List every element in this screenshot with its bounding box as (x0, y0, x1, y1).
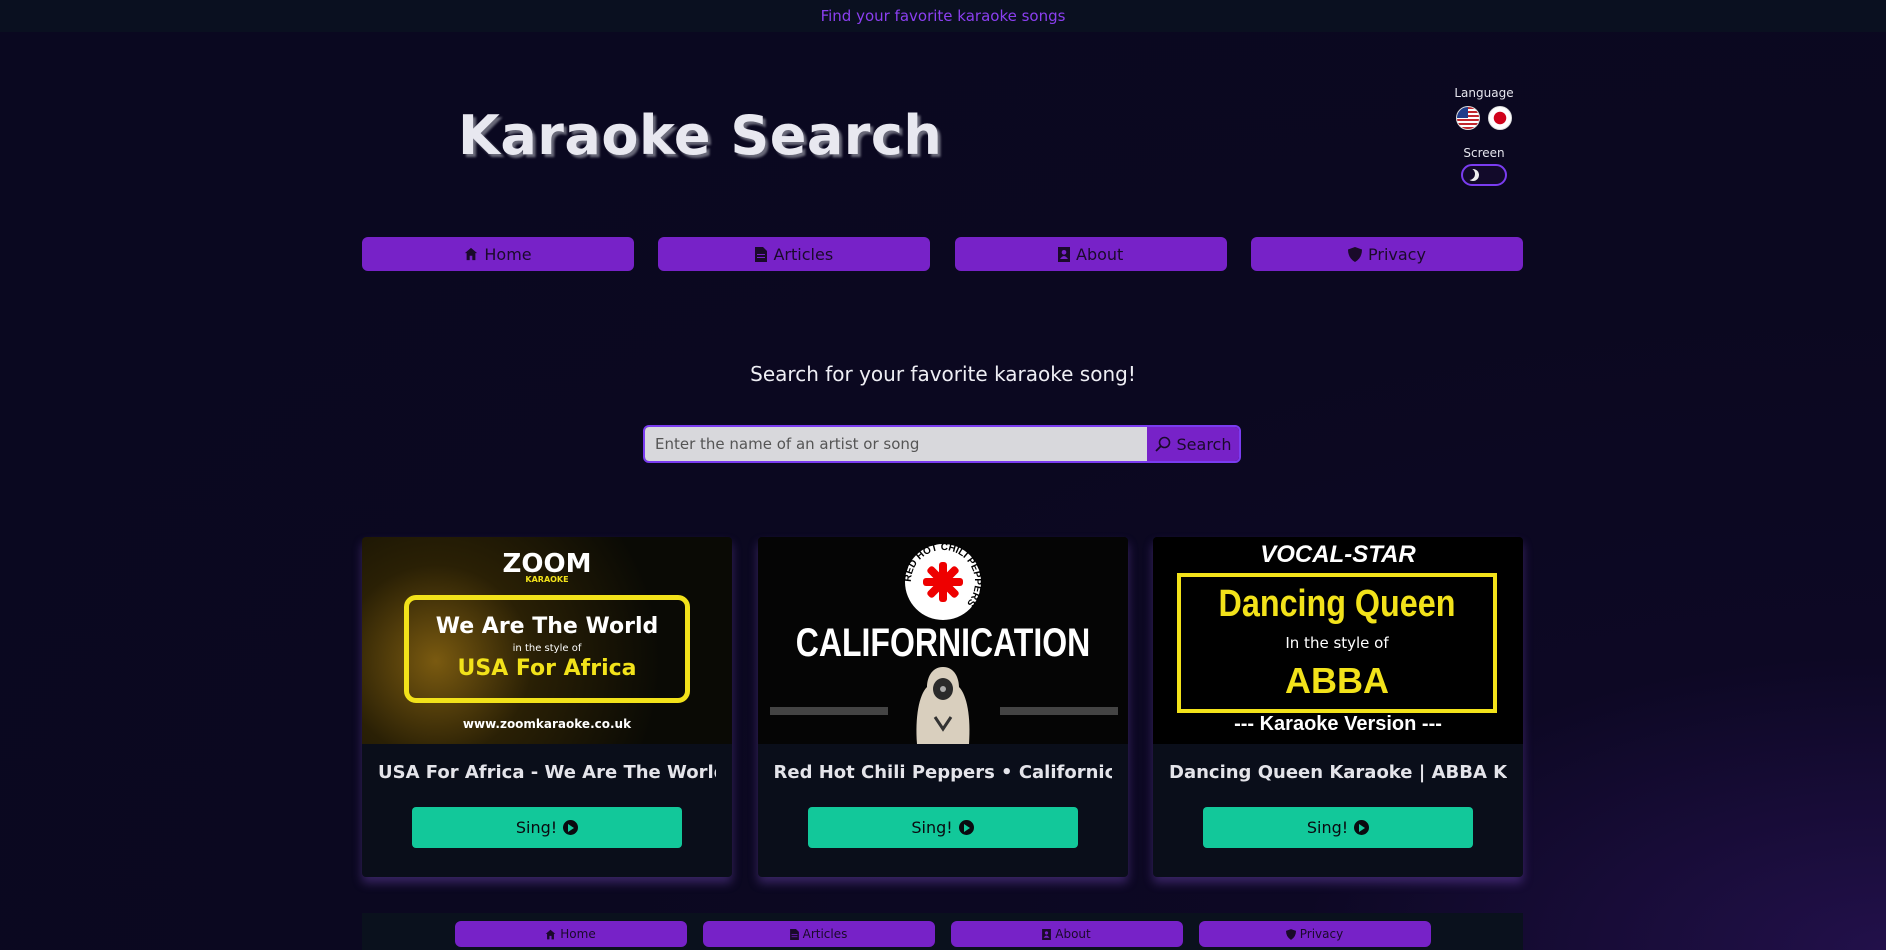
search-button[interactable]: Search (1147, 427, 1239, 461)
footer-home-label: Home (560, 927, 596, 941)
language-label: Language (1454, 86, 1514, 100)
nav-home-label: Home (484, 244, 532, 264)
zoom-karaoke-logo: ZOOM KARAOKE (362, 549, 732, 584)
footer-nav: Home Articles About Privacy (362, 913, 1523, 950)
footer-articles-button[interactable]: Articles (702, 921, 935, 947)
thumb-line3: ABBA (1285, 660, 1389, 701)
thumb-url: www.zoomkaraoke.co.uk (462, 717, 632, 731)
thumb-line4: --- Karaoke Version --- (1234, 713, 1442, 735)
shield-icon (1348, 246, 1363, 262)
video-thumbnail[interactable]: RED HOT CHILI PEPPERS CALIFORNICATION (757, 537, 1128, 744)
card-title: Dancing Queen Karaoke | ABBA Karaoke Ver… (1169, 762, 1507, 783)
nav-about-label: About (1076, 244, 1124, 264)
thumb-logo-text: VOCAL-STAR (1260, 541, 1416, 568)
search-button-label: Search (1176, 434, 1232, 454)
nav-articles-button[interactable]: Articles (658, 237, 931, 271)
search-icon (1154, 436, 1170, 452)
results-list: ZOOM KARAOKE We Are The World in the sty… (362, 537, 1523, 877)
moon-icon (1467, 169, 1479, 181)
sing-button-label: Sing! (911, 818, 953, 837)
settings-panel: Language Screen (1440, 86, 1528, 186)
sing-button-label: Sing! (515, 818, 558, 837)
tagline-text: Find your favorite karaoke songs (820, 7, 1066, 25)
nav-about-button[interactable]: About (954, 237, 1227, 271)
astronaut-figure (915, 667, 970, 744)
result-card: RED HOT CHILI PEPPERS CALIFORNICATION Re… (757, 537, 1128, 877)
nav-home-button[interactable]: Home (362, 237, 634, 271)
result-card: ZOOM KARAOKE We Are The World in the sty… (362, 537, 732, 877)
card-title: USA For Africa - We Are The World - Kara… (378, 762, 716, 783)
main-nav: Home Articles About Privacy (362, 237, 1523, 271)
thumb-line1: CALIFORNICATION (795, 621, 1090, 665)
footer-privacy-button[interactable]: Privacy (1198, 921, 1431, 947)
theme-toggle[interactable] (1461, 164, 1507, 186)
result-card: VOCAL-STAR Dancing Queen In the style of… (1153, 537, 1523, 877)
play-icon (563, 820, 579, 835)
home-icon (545, 929, 556, 939)
thumb-line3: USA For Africa (457, 656, 637, 681)
footer-about-button[interactable]: About (950, 921, 1183, 947)
card-title: Red Hot Chili Peppers • Californication (773, 762, 1112, 783)
footer-articles-label: Articles (802, 927, 848, 941)
sing-button[interactable]: Sing! (412, 807, 682, 848)
search-input[interactable] (645, 427, 1147, 461)
nav-privacy-label: Privacy (1368, 244, 1426, 264)
sing-button[interactable]: Sing! (1203, 807, 1473, 848)
top-tagline-bar: Find your favorite karaoke songs (0, 0, 1886, 32)
japanese-flag-icon[interactable] (1488, 106, 1512, 130)
shield-icon (1285, 928, 1296, 940)
nav-privacy-button[interactable]: Privacy (1250, 237, 1523, 271)
contact-icon (1058, 246, 1070, 262)
play-icon (1354, 820, 1370, 835)
home-icon (465, 247, 478, 261)
thumb-line2: in the style of (512, 643, 582, 654)
document-icon (755, 246, 768, 262)
sing-button[interactable]: Sing! (807, 807, 1078, 848)
thumb-title-box: We Are The World in the style of USA For… (404, 595, 690, 703)
footer-home-button[interactable]: Home (454, 921, 687, 947)
search-form: Search (643, 425, 1241, 463)
footer-privacy-label: Privacy (1299, 927, 1344, 941)
thumb-bar-left (769, 707, 888, 715)
video-thumbnail[interactable]: VOCAL-STAR Dancing Queen In the style of… (1153, 537, 1523, 744)
nav-articles-label: Articles (773, 244, 834, 264)
sing-button-label: Sing! (1306, 818, 1349, 837)
thumb-bar-right (999, 707, 1118, 715)
document-icon (789, 928, 799, 940)
footer-about-label: About (1055, 927, 1091, 941)
thumb-logo-sub: KARAOKE (525, 575, 569, 584)
thumb-line1: We Are The World (435, 614, 659, 639)
contact-icon (1042, 928, 1052, 940)
video-thumbnail[interactable]: ZOOM KARAOKE We Are The World in the sty… (362, 537, 732, 744)
search-heading: Search for your favorite karaoke song! (750, 362, 1136, 386)
play-icon (958, 820, 974, 835)
thumb-title-box: Dancing Queen In the style of ABBA (1177, 573, 1497, 713)
page-title: Karaoke Search (458, 104, 943, 167)
thumb-line2: In the style of (1285, 634, 1389, 652)
thumb-line1: Dancing Queen (1218, 583, 1456, 625)
language-selector (1440, 106, 1528, 130)
english-flag-icon[interactable] (1456, 106, 1480, 130)
rhcp-asterisk-logo: RED HOT CHILI PEPPERS (903, 542, 983, 620)
screen-label: Screen (1463, 146, 1505, 160)
